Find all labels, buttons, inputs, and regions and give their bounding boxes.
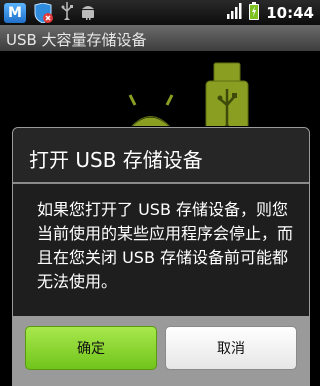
dialog-message: 如果您打开了 USB 存储设备，则您当前使用的某些应用程序会停止，而且在您关闭 … — [37, 200, 294, 291]
cancel-button[interactable]: 取消 — [165, 326, 297, 370]
ok-button[interactable]: 确定 — [25, 326, 157, 370]
dialog-title: 打开 USB 存储设备 — [29, 148, 203, 172]
signal-icon — [226, 2, 242, 23]
app-title: USB 大容量存储设备 — [6, 31, 147, 49]
usb-storage-dialog: 打开 USB 存储设备 如果您打开了 USB 存储设备，则您当前使用的某些应用程… — [12, 127, 310, 386]
notification-icons: M — [4, 1, 96, 24]
m-app-icon: M — [4, 2, 26, 23]
dialog-button-bar: 确定 取消 — [13, 316, 309, 385]
system-icons: 10:44 — [226, 1, 314, 24]
app-title-bar: USB 大容量存储设备 — [0, 25, 320, 51]
android-debug-icon — [80, 2, 96, 24]
dialog-header: 打开 USB 存储设备 — [13, 128, 309, 184]
usb-icon — [60, 1, 74, 24]
battery-icon — [248, 1, 260, 24]
shield-icon — [32, 1, 54, 24]
status-bar: M 10:44 — [0, 0, 320, 25]
clock: 10:44 — [266, 3, 314, 22]
